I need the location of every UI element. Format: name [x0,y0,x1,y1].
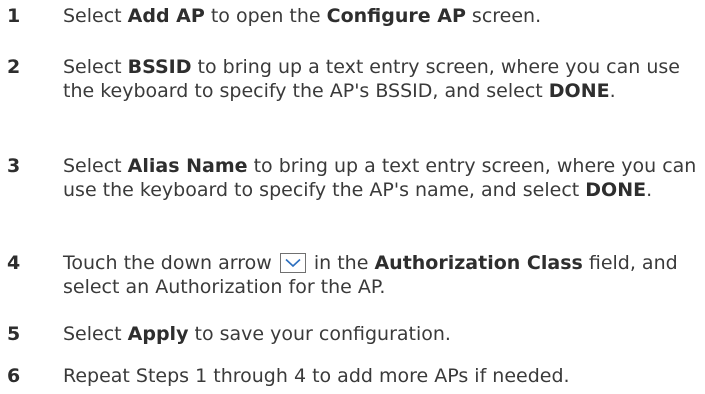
step-text-part: in the [313,252,375,274]
ui-term: Apply [127,323,189,345]
step-number: 4 [7,252,21,274]
ui-term: DONE [585,179,647,201]
step-number: 2 [7,56,21,78]
step-text: Select Apply to save your configuration. [63,322,701,346]
step-text: Select BSSID to bring up a text entry sc… [63,55,701,103]
step-text-part: Repeat Steps 1 through 4 to add more APs… [63,365,570,387]
step-text: Repeat Steps 1 through 4 to add more APs… [63,364,701,388]
step-text-part: screen. [465,5,542,27]
step-text-part: . [646,179,653,201]
ui-term: Add AP [127,5,205,27]
step-number: 3 [7,155,21,177]
step-text: Select Add AP to open the Configure AP s… [63,4,701,28]
step-number: 6 [7,365,21,387]
step-text-part: Select [63,5,128,27]
ui-term: Authorization Class [374,252,583,274]
ui-term: Alias Name [127,155,248,177]
step-text-part: Select [63,323,128,345]
step-text-part: to open the [204,5,327,27]
step-text: Select Alias Name to bring up a text ent… [63,154,701,202]
chevron-down-icon [279,253,306,273]
step-text: Touch the down arrow in the Authorizatio… [63,251,701,299]
step-text-part: Select [63,155,128,177]
step-text-part: to save your configuration. [188,323,451,345]
instruction-steps: 1 Select Add AP to open the Configure AP… [0,0,705,394]
step-text-part: Select [63,56,128,78]
ui-term: BSSID [127,56,192,78]
ui-term: Configure AP [326,5,466,27]
step-text-part: . [609,80,616,102]
ui-term: DONE [548,80,610,102]
step-text-part: Touch the down arrow [63,252,272,274]
step-number: 1 [7,5,21,27]
step-number: 5 [7,323,21,345]
